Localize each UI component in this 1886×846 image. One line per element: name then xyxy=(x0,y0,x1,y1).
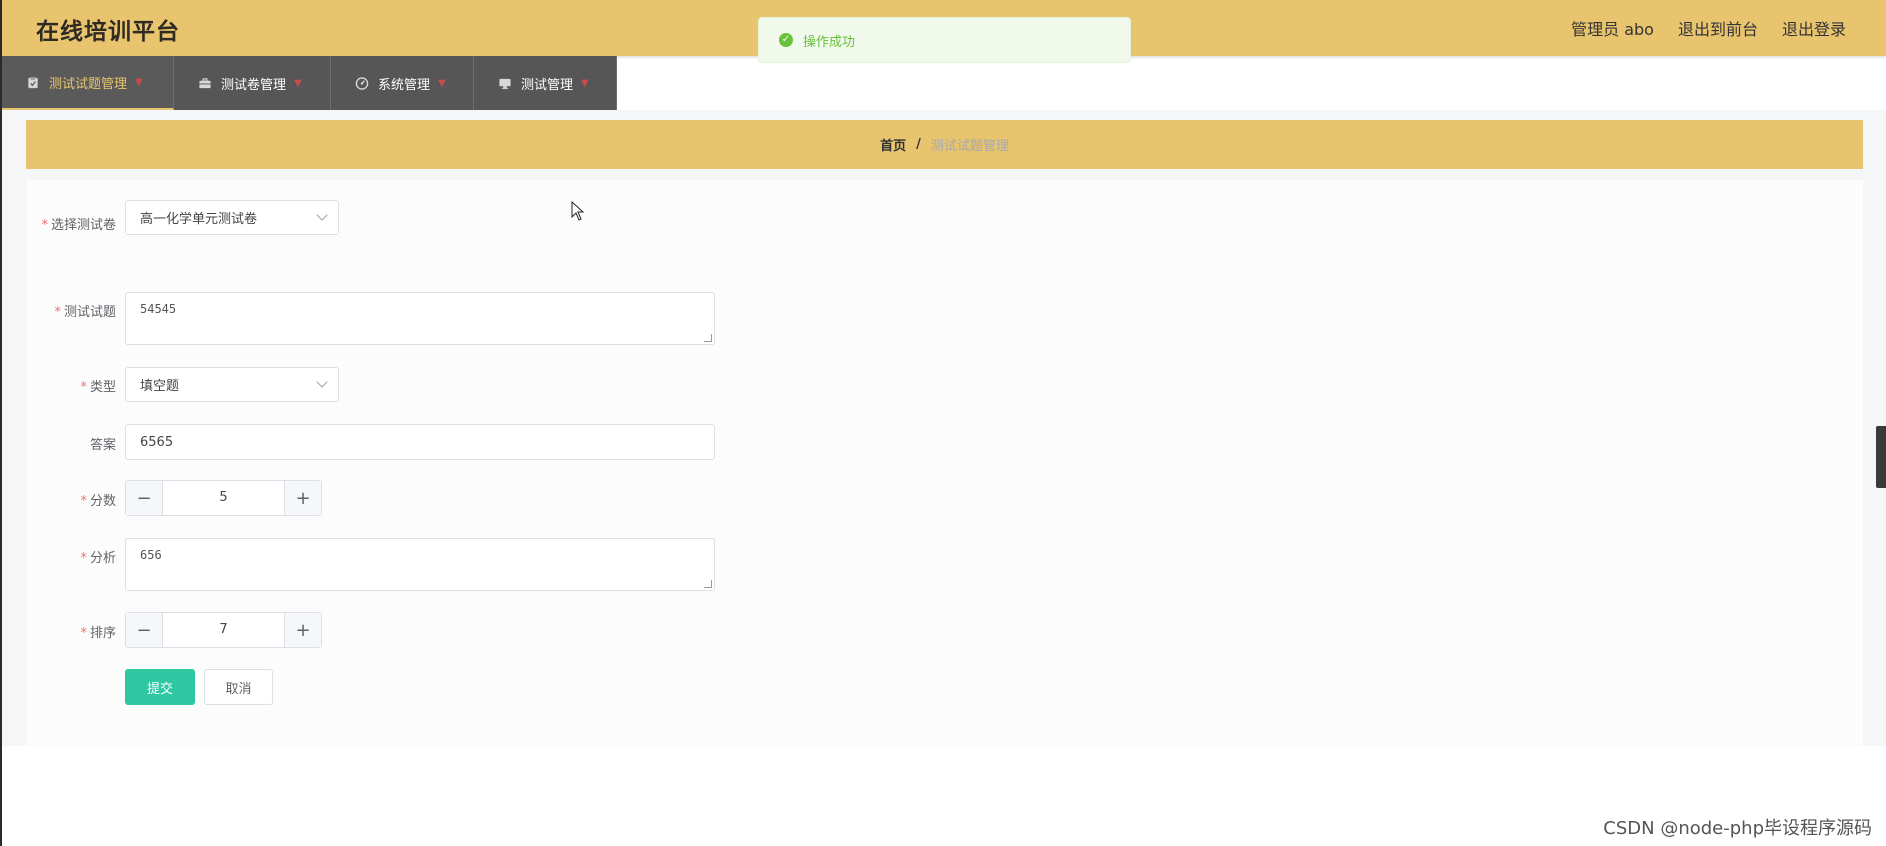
question-label: * 测试试题 xyxy=(54,305,116,320)
decrement-button[interactable]: − xyxy=(126,481,163,515)
header-links: 管理员 abo 退出到前台 退出登录 xyxy=(1571,16,1846,40)
answer-input[interactable]: 6565 xyxy=(125,424,715,460)
app-window: 在线培训平台 管理员 abo 退出到前台 退出登录 ✓ 操作成功 测试试题管理 … xyxy=(0,0,1886,846)
increment-button[interactable]: + xyxy=(284,481,321,515)
nav-item-paper-management[interactable]: 测试卷管理 ▼ xyxy=(174,56,331,110)
order-stepper[interactable]: − 7 + xyxy=(125,612,322,648)
score-stepper[interactable]: − 5 + xyxy=(125,480,322,516)
app-title: 在线培训平台 xyxy=(36,19,180,45)
clipboard-icon xyxy=(28,76,38,88)
submit-button[interactable]: 提交 xyxy=(125,669,195,705)
paper-select[interactable]: 高一化学单元测试卷 xyxy=(125,200,339,235)
required-mark: * xyxy=(54,305,61,320)
order-label: * 排序 xyxy=(80,626,116,641)
exit-to-frontend-link[interactable]: 退出到前台 xyxy=(1678,16,1758,40)
cancel-button[interactable]: 取消 xyxy=(204,669,273,705)
increment-button[interactable]: + xyxy=(284,613,321,647)
mouse-cursor-icon xyxy=(571,201,585,221)
type-select-value: 填空题 xyxy=(140,379,180,394)
required-mark: * xyxy=(80,380,87,395)
score-value[interactable]: 5 xyxy=(163,481,284,515)
nav-item-label: 测试卷管理 xyxy=(221,77,287,93)
success-check-icon: ✓ xyxy=(779,33,793,47)
required-mark: * xyxy=(80,626,87,641)
nav-item-label: 系统管理 xyxy=(378,77,431,93)
breadcrumb-current: 测试试题管理 xyxy=(930,139,1009,154)
watermark-text: CSDN @node-php毕设程序源码 xyxy=(1603,818,1872,839)
main-nav-menu: 测试试题管理 ▼ 测试卷管理 ▼ 系统管理 ▼ 测试管理 ▼ xyxy=(2,56,617,110)
chevron-down-icon xyxy=(316,376,328,388)
order-value[interactable]: 7 xyxy=(163,613,284,647)
chevron-down-icon: ▼ xyxy=(135,76,143,88)
breadcrumb-home[interactable]: 首页 xyxy=(880,135,906,154)
briefcase-icon xyxy=(199,77,211,88)
paper-label: * 选择测试卷 xyxy=(41,218,116,233)
required-mark: * xyxy=(80,494,87,509)
admin-user-link[interactable]: 管理员 abo xyxy=(1571,16,1654,40)
required-mark: * xyxy=(80,551,87,566)
breadcrumb-separator: / xyxy=(916,137,921,152)
resize-handle-icon[interactable] xyxy=(704,334,712,342)
decrement-button[interactable]: − xyxy=(126,613,163,647)
nav-item-system-management[interactable]: 系统管理 ▼ xyxy=(331,56,474,110)
analysis-label: * 分析 xyxy=(80,551,116,566)
paper-select-value: 高一化学单元测试卷 xyxy=(140,212,258,227)
side-scroll-handle[interactable] xyxy=(1876,426,1886,488)
gauge-icon xyxy=(355,76,369,90)
breadcrumb: 首页 / 测试试题管理 xyxy=(26,120,1863,169)
logout-link[interactable]: 退出登录 xyxy=(1782,16,1846,40)
chevron-down-icon: ▼ xyxy=(294,77,302,89)
answer-value: 6565 xyxy=(140,434,174,450)
monitor-icon xyxy=(499,78,511,89)
nav-item-question-management[interactable]: 测试试题管理 ▼ xyxy=(2,56,174,110)
nav-item-test-management[interactable]: 测试管理 ▼ xyxy=(474,56,617,110)
type-label: * 类型 xyxy=(80,380,116,395)
toast-message: 操作成功 xyxy=(803,34,856,50)
chevron-down-icon: ▼ xyxy=(581,77,589,89)
success-toast: ✓ 操作成功 xyxy=(758,17,1131,63)
type-select[interactable]: 填空题 xyxy=(125,367,339,402)
resize-handle-icon[interactable] xyxy=(704,580,712,588)
score-label: * 分数 xyxy=(80,494,116,509)
nav-item-label: 测试试题管理 xyxy=(49,76,128,92)
analysis-textarea[interactable]: 656 xyxy=(125,538,715,591)
nav-item-label: 测试管理 xyxy=(521,77,574,93)
analysis-text: 656 xyxy=(140,548,162,562)
question-form-panel xyxy=(26,180,1863,746)
chevron-down-icon: ▼ xyxy=(438,77,446,89)
chevron-down-icon xyxy=(316,209,328,221)
required-mark: * xyxy=(41,218,48,233)
question-textarea[interactable]: 54545 xyxy=(125,292,715,345)
question-text: 54545 xyxy=(140,302,177,316)
answer-label: 答案 xyxy=(89,438,116,453)
